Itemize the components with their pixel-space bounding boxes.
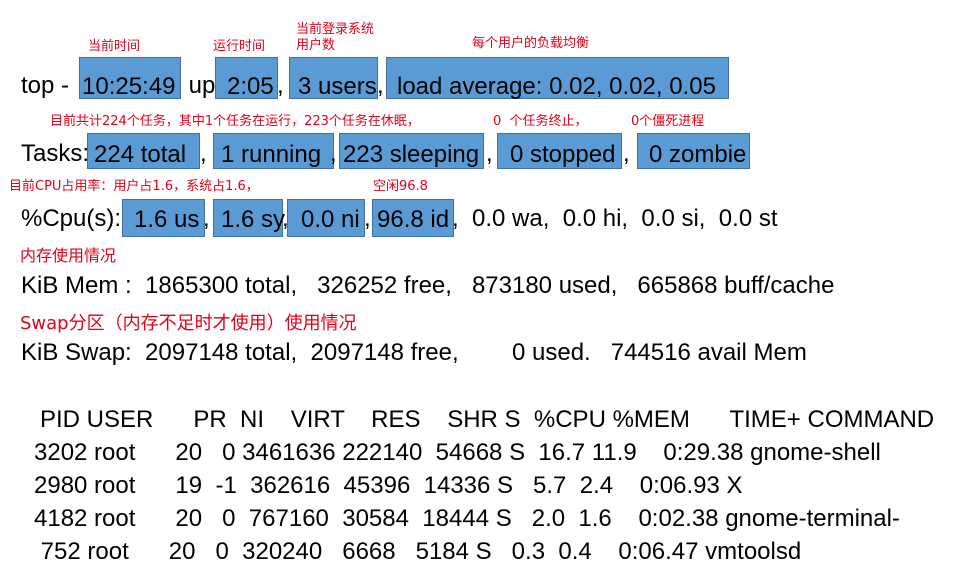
annotation-tasks: 目前共计224个任务，其中1个任务在运行，223个任务在休眠， (50, 114, 420, 129)
annotation-uptime: 运行时间 (213, 39, 266, 54)
annotation-swap: Swap分区（内存不足时才使用）使用情况 (20, 313, 357, 334)
top-sep-2: , (377, 72, 384, 99)
process-row: 4182 root 20 0 767160 30584 18444 S 2.0 … (34, 505, 900, 532)
cpu-sep-3: , (364, 205, 371, 232)
highlight-tasks-total: 224 total (87, 133, 200, 169)
annotation-current-time: 当前时间 (88, 39, 141, 54)
highlight-tasks-zombie: 0 zombie (637, 133, 750, 169)
process-table-header: PID USER PR NI VIRT RES SHR S %CPU %MEM … (40, 406, 935, 433)
tasks-sep-3: , (486, 140, 493, 167)
cpu-ni-value: 0.0 ni (301, 206, 360, 233)
tasks-prefix: Tasks: (21, 140, 90, 167)
top-sep-1: , (277, 72, 284, 99)
uptime-value: 2:05 (227, 73, 274, 100)
highlight-load-average: load average: 0.02, 0.02, 0.05 (386, 57, 729, 100)
cpu-rest: , 0.0 wa, 0.0 hi, 0.0 si, 0.0 st (452, 205, 778, 232)
tasks-total-value: 224 total (94, 141, 187, 168)
annotation-users: 当前登录系统 用户数 (296, 22, 375, 53)
highlight-current-time: 10:25:49 (79, 57, 181, 100)
process-row: 3202 root 20 0 3461636 222140 54668 S 16… (34, 439, 881, 466)
mem-line: KiB Mem : 1865300 total, 326252 free, 87… (21, 272, 835, 299)
cpu-sep-1: , (203, 205, 210, 232)
annotation-cpu: 目前CPU占用率：用户占1.6，系统占1.6， (9, 179, 259, 194)
swap-line: KiB Swap: 2097148 total, 2097148 free, 0… (21, 339, 807, 366)
highlight-tasks-sleeping: 223 sleeping (339, 133, 484, 169)
tasks-stopped-value: 0 stopped (510, 141, 616, 168)
highlight-cpu-us: 1.6 us (122, 199, 205, 237)
tasks-sep-2: , (330, 140, 337, 167)
tasks-running-value: 1 running (221, 141, 322, 168)
cpu-sy-value: 1.6 sy (221, 206, 286, 233)
highlight-cpu-id: 96.8 id (372, 199, 454, 237)
annotation-zombie: 0个僵死进程 (631, 114, 705, 129)
annotation-stopped: 0 个任务终止， (493, 114, 588, 129)
highlight-cpu-sy: 1.6 sy (213, 199, 286, 237)
cpu-id-value: 96.8 id (377, 206, 450, 233)
current-time-value: 10:25:49 (82, 73, 176, 100)
top-prefix: top - (21, 72, 76, 99)
highlight-uptime: 2:05 (215, 57, 278, 100)
users-value: 3 users (298, 73, 377, 100)
highlight-tasks-running: 1 running (213, 133, 334, 169)
annotation-mem: 内存使用情况 (20, 246, 117, 265)
highlight-users: 3 users (289, 57, 378, 100)
annotation-load-average: 每个用户的负载均衡 (472, 36, 590, 51)
tasks-zombie-value: 0 zombie (649, 141, 747, 168)
tasks-sleeping-value: 223 sleeping (343, 141, 480, 168)
tasks-sep-4: , (623, 140, 630, 167)
annotation-idle: 空闲96.8 (373, 179, 428, 194)
cpu-prefix: %Cpu(s): (21, 205, 122, 232)
process-row: 2980 root 19 -1 362616 45396 14336 S 5.7… (34, 472, 743, 499)
load-average-value: load average: 0.02, 0.02, 0.05 (397, 73, 716, 100)
cpu-us-value: 1.6 us (134, 206, 200, 233)
highlight-cpu-ni: 0.0 ni (287, 199, 365, 237)
tasks-sep-1: , (200, 140, 207, 167)
process-row: 752 root 20 0 320240 6668 5184 S 0.3 0.4… (34, 538, 802, 565)
highlight-tasks-stopped: 0 stopped (497, 133, 622, 169)
